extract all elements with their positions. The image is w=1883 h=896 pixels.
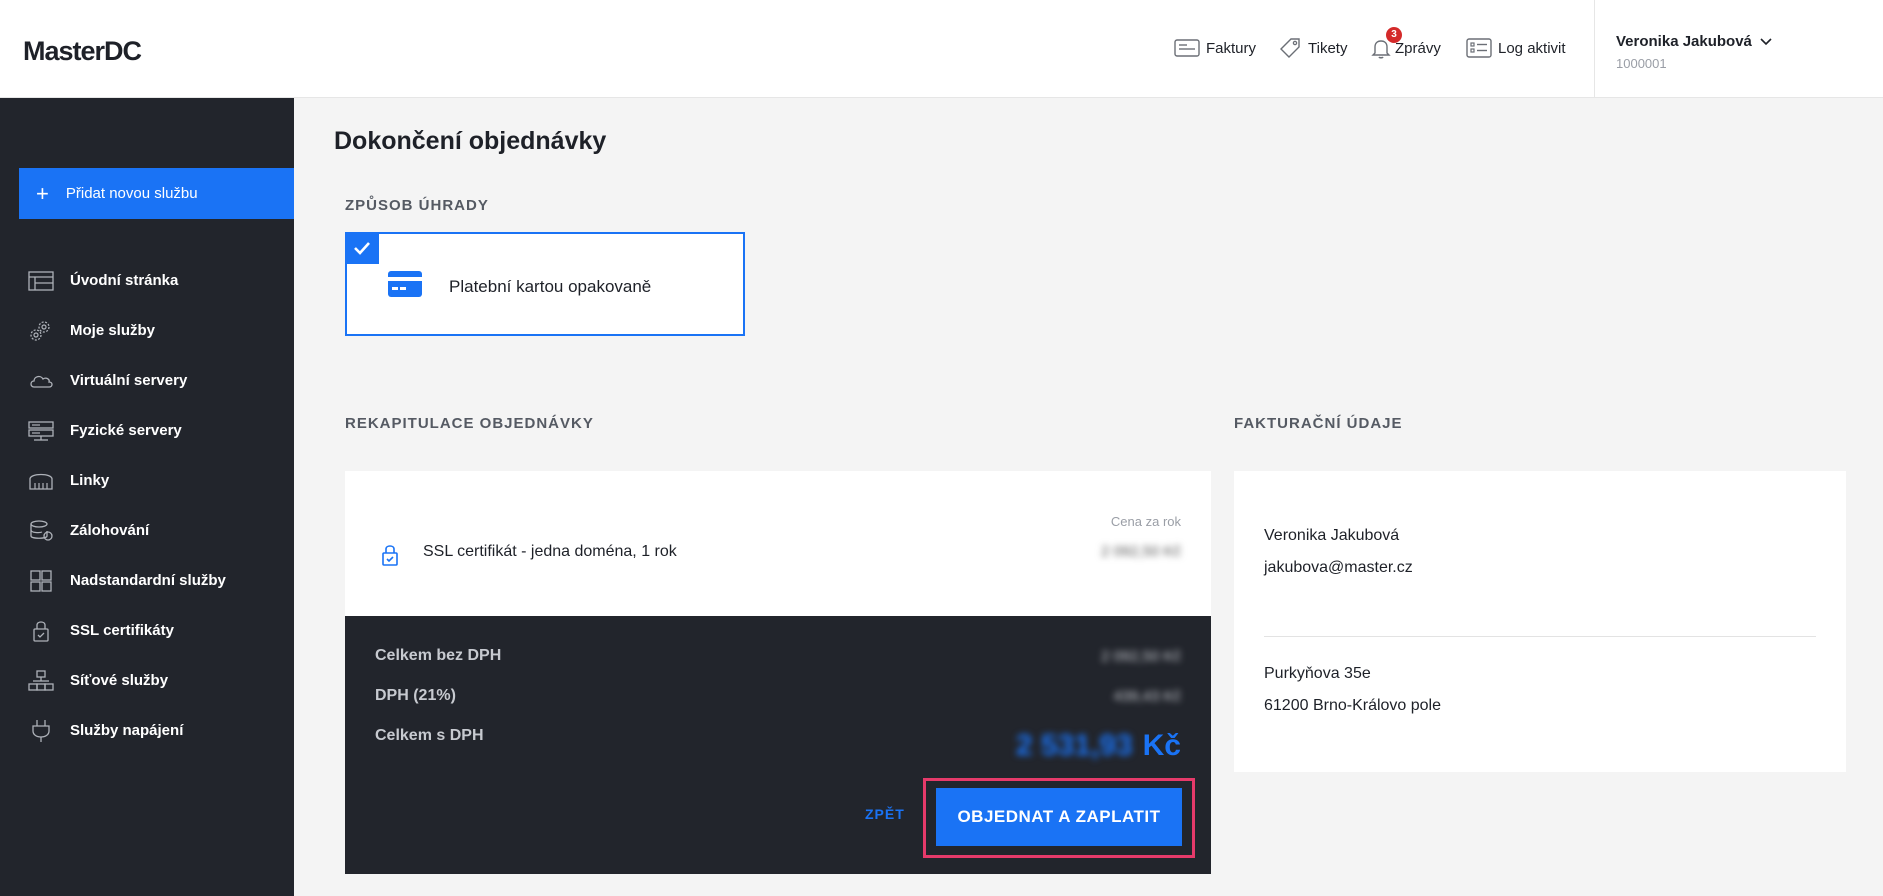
sidebar-item-label: Virtuální servery [70,372,188,389]
sidebar-item-label: Fyzické servery [70,422,182,439]
messages-badge: 3 [1386,27,1402,43]
ssl-lock-icon [382,545,398,566]
order-and-pay-button[interactable]: OBJEDNAT A ZAPLATIT [936,788,1182,846]
backup-icon [30,520,53,541]
add-service-label: Přidat novou službu [65,185,198,202]
sidebar-item-virtual-servers[interactable]: Virtuální servery [0,356,294,406]
order-item-price: 2 092,50 Kč [1100,543,1181,560]
vat-label: DPH (21%) [375,687,456,704]
payment-method-label: Platební kartou opakovaně [449,277,652,296]
billing-divider [1264,636,1816,637]
dashboard-icon [28,271,54,291]
sidebar-item-power-services[interactable]: Služby napájení [0,706,294,756]
total-value: 2 531,93 [1015,729,1133,762]
sidebar-item-label: Nadstandardní služby [70,572,226,589]
order-section-label: REKAPITULACE OBJEDNÁVKY [345,415,594,432]
vat-value: 439,43 Kč [1113,688,1181,705]
order-summary: Celkem bez DPH 2 092,50 Kč DPH (21%) 439… [345,616,1211,874]
sidebar-item-lines[interactable]: Linky [0,456,294,506]
subtotal-value: 2 092,50 Kč [1100,648,1181,665]
total-currency: Kč [1142,729,1181,762]
plus-icon: + [36,180,49,206]
sidebar-item-label: Zálohování [70,522,150,539]
activity-log-icon [1466,38,1492,58]
network-services-icon [28,670,54,691]
cloud-icon [30,375,53,388]
sidebar-item-label: Služby napájení [70,722,184,739]
payment-method-card[interactable]: Platební kartou opakovaně [345,232,745,336]
network-icon [29,473,53,490]
sidebar-item-label: SSL certifikáty [70,622,174,639]
billing-name: Veronika Jakubová [1264,527,1400,544]
nav-invoices-label: Faktury [1206,39,1257,57]
power-plug-icon [32,720,50,742]
user-menu[interactable]: Veronika Jakubová [1616,33,1772,50]
sidebar-item-label: Síťové služby [70,672,169,689]
back-link[interactable]: ZPĚT [865,806,905,822]
credit-card-icon [388,271,422,297]
sidebar-item-label: Úvodní stránka [70,272,179,289]
sidebar-item-premium-services[interactable]: Nadstandardní služby [0,556,294,606]
sidebar-item-label: Linky [70,472,110,489]
grid-icon [30,570,52,592]
sidebar-item-my-services[interactable]: Moje služby [0,306,294,356]
logo[interactable]: MasterDC [23,36,142,67]
sidebar-item-network-services[interactable]: Síťové služby [0,656,294,706]
sidebar-item-backup[interactable]: Zálohování [0,506,294,556]
total-price: 2 531,93 Kč [1016,729,1181,763]
billing-city: 61200 Brno-Královo pole [1264,697,1442,714]
header-divider [1594,0,1595,98]
server-icon [28,421,54,441]
sidebar-item-dashboard[interactable]: Úvodní stránka [0,256,294,306]
billing-email: jakubova@master.cz [1264,559,1413,576]
user-id: 1000001 [1616,56,1667,71]
total-label: Celkem s DPH [375,727,484,744]
lock-icon [33,621,49,642]
add-service-button[interactable]: + Přidat novou službu [19,168,294,219]
page-title: Dokončení objednávky [334,127,607,155]
price-header: Cena za rok [1110,514,1181,529]
nav-messages[interactable]: 3 Zprávy [1369,27,1441,60]
user-name: Veronika Jakubová [1616,33,1752,50]
subtotal-label: Celkem bez DPH [375,647,502,664]
sidebar: + Přidat novou službu Úvodní stránka Moj… [0,98,294,896]
nav-activity-log[interactable]: Log aktivit [1466,36,1566,60]
sidebar-item-physical-servers[interactable]: Fyzické servery [0,406,294,456]
nav-invoices[interactable]: Faktury [1174,36,1256,60]
order-item-name: SSL certifikát - jedna doména, 1 rok [423,543,677,560]
nav-tickets-label: Tikety [1308,39,1348,57]
nav-messages-label: Zprávy [1395,39,1441,57]
order-item-box: Cena za rok SSL certifikát - jedna domén… [345,471,1211,616]
payment-section-label: ZPŮSOB ÚHRADY [345,197,489,214]
check-icon [345,232,379,264]
sidebar-item-label: Moje služby [70,322,156,339]
nav-tickets[interactable]: Tikety [1278,36,1347,60]
sidebar-item-ssl[interactable]: SSL certifikáty [0,606,294,656]
ticket-icon [1280,38,1300,58]
gears-icon [30,321,50,341]
top-header: MasterDC Faktury Tikety 3 Zprávy Log akt… [0,0,1883,98]
chevron-down-icon [1760,37,1772,45]
billing-section-label: FAKTURAČNÍ ÚDAJE [1234,415,1403,432]
billing-street: Purkyňova 35e [1264,665,1371,682]
invoice-icon [1174,39,1200,57]
billing-details-box: Veronika Jakubová jakubova@master.cz Pur… [1234,471,1846,772]
nav-activity-log-label: Log aktivit [1498,39,1566,57]
